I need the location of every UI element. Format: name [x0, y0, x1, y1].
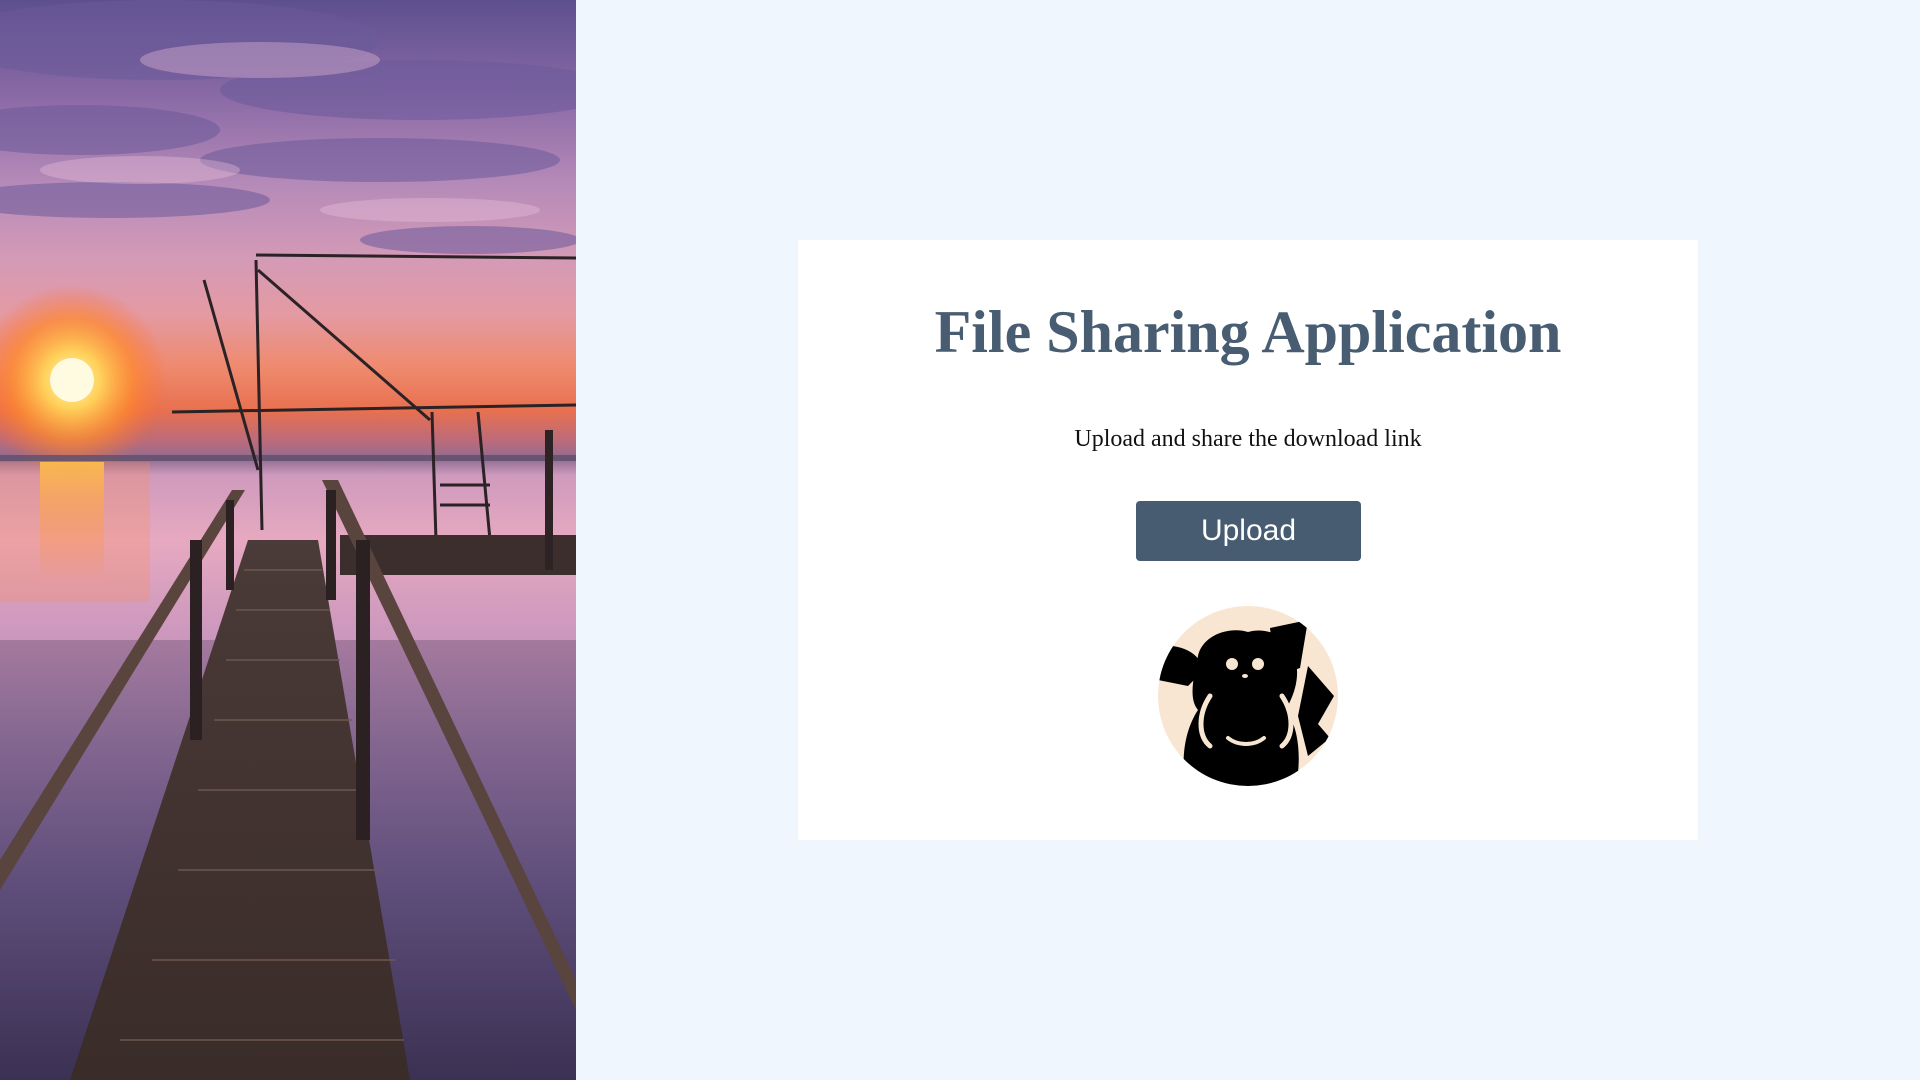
page-subtitle: Upload and share the download link [1074, 426, 1422, 452]
pikachu-silhouette-icon [1158, 620, 1334, 786]
sunset-pier-illustration [0, 0, 576, 1080]
avatar [1158, 606, 1338, 786]
upload-card: File Sharing Application Upload and shar… [798, 240, 1698, 840]
upload-button[interactable]: Upload [1136, 501, 1361, 561]
page-title: File Sharing Application [934, 299, 1562, 365]
page: File Sharing Application Upload and shar… [0, 0, 1920, 1080]
sunset-pier-photo [0, 0, 576, 1080]
